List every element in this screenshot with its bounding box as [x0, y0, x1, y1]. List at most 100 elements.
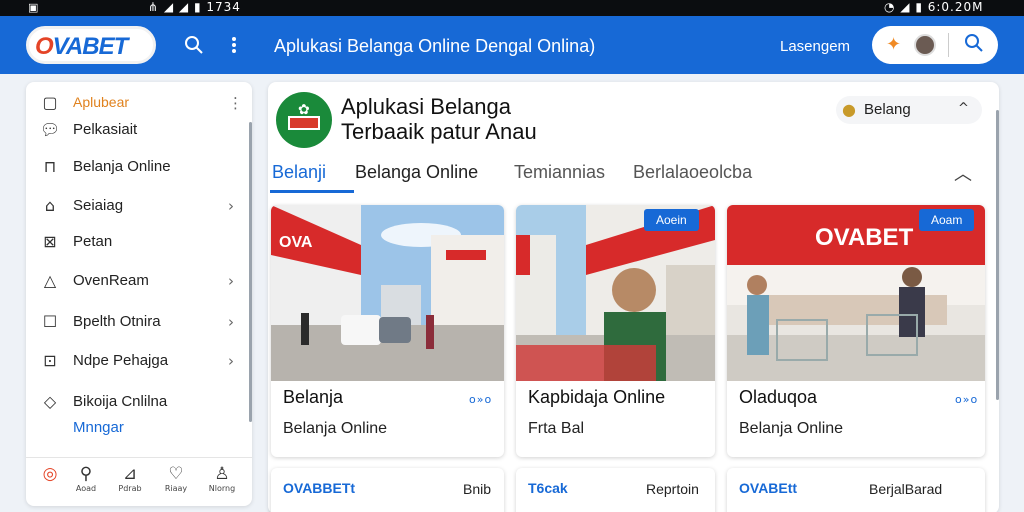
sidebar-item-petan[interactable]: ⊠ Petan — [26, 229, 246, 257]
card-badge[interactable]: Aoein — [644, 209, 699, 231]
more-vert-icon[interactable] — [230, 35, 238, 58]
search-icon[interactable] — [184, 35, 204, 58]
product-card[interactable]: OVABET Aoam Oladuqoa o»o Belanja Online — [727, 205, 985, 457]
sidebar: ▢ Aplubear ⋮ 💬︎ Pelkasiait ⊓ Belanja Onl… — [26, 82, 252, 506]
app-bar: OVABET Aplukasi Belanga Online Dengal On… — [0, 16, 1024, 74]
tab-bar: Belanji Belanga Online Temiannias Berlal… — [268, 158, 999, 194]
sidebar-item-seiaiag[interactable]: ⌂ Seiaiag › — [26, 193, 246, 221]
chevron-right-icon: › — [228, 352, 234, 370]
chevron-right-icon: › — [228, 313, 234, 331]
sidebar-sub-link[interactable]: Mnngar — [73, 419, 124, 436]
tab-temiannias[interactable]: Temiannias — [514, 162, 605, 183]
partial-card[interactable]: OVABBETt Bnib — [271, 468, 504, 512]
card-image: OVABET — [727, 205, 985, 381]
square-icon: ☐ — [42, 312, 58, 331]
action-pill: ✦ — [872, 26, 998, 64]
edit-icon: ⊿ — [122, 464, 138, 484]
main-panel: ✿ Aplukasi Belanga Terbaaik patur Anau ●… — [268, 82, 999, 512]
medal-icon: ● — [842, 100, 856, 119]
bottom-nav: ◎ ⚲ Aoad ⊿ Pdrab ♡ Riaay ♙ Nlorng — [26, 457, 252, 505]
avatar[interactable] — [914, 34, 936, 56]
sidebar-item-bikoija-cnlilna[interactable]: ◇ Bikoija Cnlilna — [26, 389, 246, 417]
status-right: ◔ ◢ ▮ 6:0.20M — [884, 0, 984, 14]
hero-title: Aplukasi Belanga Terbaaik patur Anau — [341, 94, 537, 144]
sidebar-item-label: Belanja Online — [73, 158, 171, 175]
brand-logo[interactable]: OVABET — [26, 26, 156, 64]
card-label: Reprtoin — [646, 481, 699, 497]
more-link[interactable]: o»o — [955, 393, 978, 406]
nav-pdrab[interactable]: ⊿ Pdrab — [108, 464, 152, 493]
dots-icon: ⊡ — [43, 351, 57, 370]
sidebar-item-label: Ndpe Pehajga — [73, 352, 169, 369]
flag-icon — [288, 116, 320, 130]
tab-belanga-online[interactable]: Belanga Online — [355, 162, 478, 183]
nav-aoad[interactable]: ⚲ Aoad — [64, 464, 108, 493]
card-title: Belanja — [283, 387, 344, 407]
status-center: ⋔ ◢ ◢ ▮ 1734 — [148, 0, 241, 14]
sidebar-item-label: OvenReam — [73, 272, 149, 289]
sidebar-item-ovenream[interactable]: △ OvenReam › — [26, 268, 246, 296]
sidebar-scrollbar[interactable] — [249, 122, 252, 422]
chat-icon: 💬︎ — [40, 120, 61, 139]
card-label: BerjalBarad — [869, 481, 943, 497]
card-brand: OVABBETt — [283, 480, 356, 496]
sidebar-item-ndpe-pehajga[interactable]: ⊡ Ndpe Pehajga › — [26, 348, 246, 376]
product-card[interactable]: OVA Belanja o»o Belanja Online — [271, 205, 504, 457]
user-label[interactable]: Lasengem — [780, 38, 850, 55]
tab-berlalaoeolcba[interactable]: Berlalaoeolcba — [633, 162, 752, 183]
image-icon: ⊠ — [43, 232, 57, 251]
svg-text:OVABET: OVABET — [815, 224, 914, 251]
chevron-right-icon: › — [228, 197, 234, 215]
store-logo: ✿ — [276, 92, 332, 148]
sidebar-item-label: Bpelth Otnira — [73, 313, 161, 330]
product-card[interactable]: Aoein Kapbidaja Online Frta Bal — [516, 205, 715, 457]
partial-card[interactable]: T6cak Reprtoin — [516, 468, 715, 512]
sidebar-item-pelkasiait[interactable]: 💬︎ Pelkasiait — [26, 117, 246, 145]
card-badge[interactable]: Aoam — [919, 209, 975, 231]
nav-nlorng[interactable]: ♙ Nlorng — [200, 464, 244, 493]
tab-belanji[interactable]: Belanji — [272, 162, 326, 183]
chevron-up-icon: ^ — [958, 101, 969, 116]
status-bar: ▣ ⋔ ◢ ◢ ▮ 1734 ◔ ◢ ▮ 6:0.20M — [0, 0, 1024, 16]
sidebar-item-bpelth-otnira[interactable]: ☐ Bpelth Otnira › — [26, 309, 246, 337]
category-chip[interactable]: ● Belang ^ — [836, 96, 982, 124]
card-title: Kapbidaja Online — [528, 387, 666, 407]
sidebar-item-label: Seiaiag — [73, 197, 124, 214]
tab-indicator — [270, 190, 354, 193]
more-vert-icon[interactable]: ⋮ — [228, 94, 243, 112]
svg-text:OVA: OVA — [279, 234, 313, 251]
page-title: Aplukasi Belanga Online Dengal Onlina) — [274, 36, 596, 56]
more-link[interactable]: o»o — [469, 393, 492, 406]
pin-icon[interactable]: ✦ — [886, 34, 901, 55]
heart-icon: ♡ — [168, 464, 184, 484]
sidebar-item-belanja-online[interactable]: ⊓ Belanja Online — [26, 154, 246, 182]
chevron-up-icon[interactable]: ︿ — [954, 160, 972, 186]
thumb-icon: △ — [43, 271, 57, 290]
card-subtitle: Belanja Online — [739, 420, 844, 437]
card-image: OVA — [271, 205, 504, 381]
search-icon[interactable] — [964, 33, 984, 58]
sidebar-item-label: Pelkasiait — [73, 121, 138, 138]
card-brand: OVABEtt — [739, 480, 798, 496]
main-scrollbar[interactable] — [996, 110, 999, 400]
card-label: Bnib — [463, 481, 492, 497]
diamond-icon: ◇ — [43, 392, 57, 411]
sidebar-item-aplubear[interactable]: ▢ Aplubear ⋮ — [26, 90, 246, 118]
square-icon: ▢ — [42, 93, 58, 112]
partial-card[interactable]: OVABEtt BerjalBarad — [727, 468, 985, 512]
card-image — [516, 205, 715, 381]
chevron-right-icon: › — [228, 272, 234, 290]
sidebar-item-label: Petan — [73, 233, 113, 250]
sidebar-item-label: Bikoija Cnlilna — [73, 393, 168, 410]
divider — [948, 33, 949, 57]
user-icon: ⚲ — [79, 464, 93, 484]
card-subtitle: Frta Bal — [528, 420, 585, 437]
sidebar-item-label: Aplubear — [73, 94, 130, 110]
card-subtitle: Belanja Online — [283, 420, 388, 437]
person-icon: ♙ — [214, 464, 230, 484]
screen-icon: ▣ — [28, 1, 39, 14]
share-icon: ⌂ — [44, 196, 56, 215]
nav-riaay[interactable]: ♡ Riaay — [154, 464, 198, 493]
card-title: Oladuqoa — [739, 387, 818, 407]
lock-icon: ⊓ — [43, 157, 57, 176]
